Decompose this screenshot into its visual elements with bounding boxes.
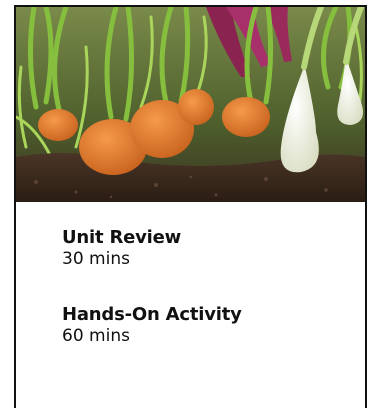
vegetables-photo <box>16 7 365 202</box>
entry-title: Unit Review <box>62 227 182 248</box>
entry-duration: 60 mins <box>62 326 130 346</box>
list-item: Unit Review 30 mins <box>62 227 365 270</box>
activity-card[interactable]: Unit Review 30 mins Hands-On Activity 60… <box>14 5 367 408</box>
entry-title: Hands-On Activity <box>62 304 242 325</box>
list-item: Hands-On Activity 60 mins <box>62 304 365 347</box>
activity-list: Unit Review 30 mins Hands-On Activity 60… <box>16 202 365 347</box>
entry-duration: 30 mins <box>62 249 130 269</box>
